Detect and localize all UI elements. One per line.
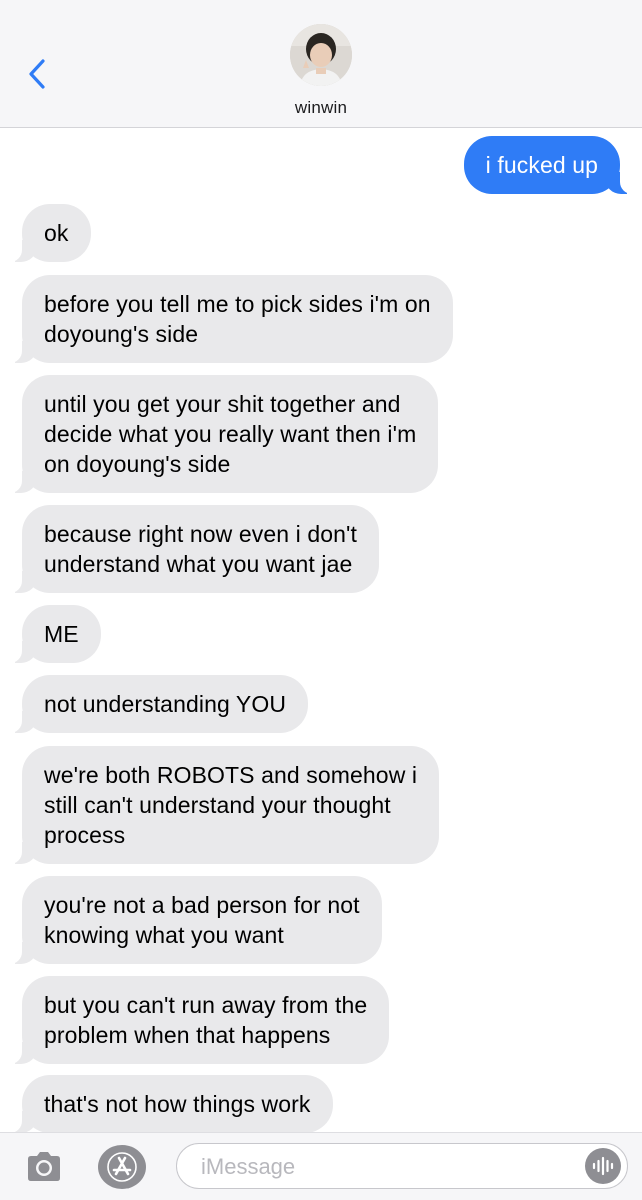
message-text: that's not how things work xyxy=(44,1091,311,1117)
message-bubble-incoming[interactable]: not understanding YOU xyxy=(9,675,309,733)
message-bubble-incoming[interactable]: ok xyxy=(10,204,91,262)
message-text: ok xyxy=(44,220,69,246)
app-store-button[interactable] xyxy=(98,1145,146,1189)
message-text: until you get your shit together and dec… xyxy=(44,391,417,477)
contact-name[interactable]: winwin xyxy=(0,98,642,118)
chevron-left-icon xyxy=(29,59,45,89)
imessage-input[interactable]: iMessage xyxy=(176,1143,628,1189)
message-bubble-incoming[interactable]: you're not a bad person for not knowing … xyxy=(10,876,382,964)
message-text: before you tell me to pick sides i'm on … xyxy=(44,291,431,347)
message-bubble-incoming[interactable]: ME xyxy=(10,605,101,663)
contact-photo xyxy=(290,24,352,86)
message-bubble-incoming[interactable]: we're both ROBOTS and somehow i still ca… xyxy=(9,746,440,864)
message-text: not understanding YOU xyxy=(44,691,287,717)
contact-avatar[interactable] xyxy=(290,24,352,86)
message-text: you're not a bad person for not knowing … xyxy=(44,892,360,948)
message-bubble-incoming[interactable]: until you get your shit together and dec… xyxy=(9,375,439,493)
message-bubble-incoming[interactable]: but you can't run away from the problem … xyxy=(9,976,390,1064)
back-button[interactable] xyxy=(22,54,52,94)
message-bubble-incoming[interactable]: before you tell me to pick sides i'm on … xyxy=(10,275,453,363)
message-text: but you can't run away from the problem … xyxy=(44,992,368,1048)
app-store-icon xyxy=(107,1152,137,1182)
imessage-placeholder: iMessage xyxy=(201,1154,296,1179)
camera-button[interactable] xyxy=(24,1149,64,1185)
audio-waveform-icon xyxy=(592,1156,614,1176)
message-bubble-incoming[interactable]: because right now even i don't understan… xyxy=(10,505,379,593)
message-thread[interactable]: i fucked up ok before you tell me to pic… xyxy=(0,128,642,1132)
message-text: we're both ROBOTS and somehow i still ca… xyxy=(44,762,418,848)
message-bubble-incoming[interactable]: that's not how things work xyxy=(10,1075,333,1132)
message-text: because right now even i don't understan… xyxy=(44,521,357,577)
camera-icon xyxy=(28,1152,60,1181)
audio-message-button[interactable] xyxy=(585,1148,621,1184)
message-text: i fucked up xyxy=(485,152,598,178)
conversation-header: winwin xyxy=(0,0,642,128)
message-text: ME xyxy=(44,621,79,647)
message-input-bar: iMessage xyxy=(0,1132,642,1200)
message-bubble-outgoing[interactable]: i fucked up xyxy=(463,136,633,194)
